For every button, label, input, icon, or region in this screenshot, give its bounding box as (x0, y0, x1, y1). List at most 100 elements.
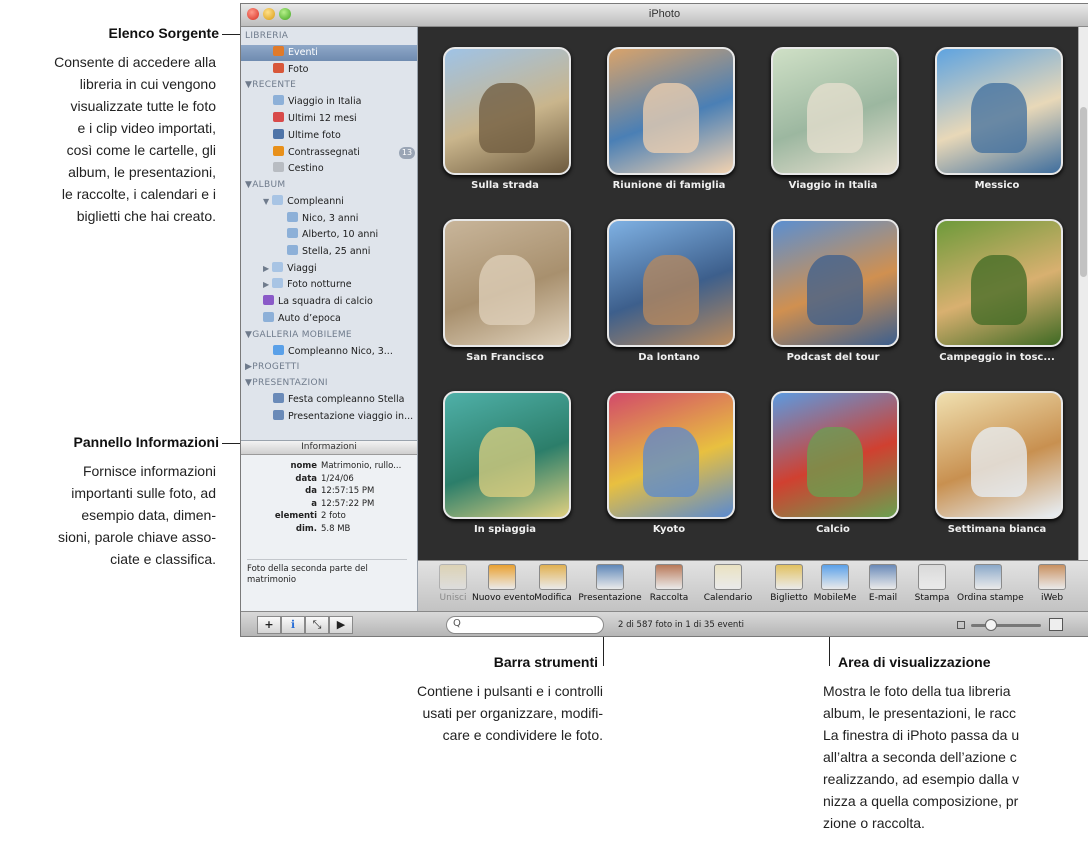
source-list-item[interactable]: La squadra di calcio (263, 294, 373, 310)
event-title[interactable]: Podcast del tour (753, 352, 913, 363)
e-mail-button[interactable]: E-mail (858, 564, 908, 603)
callout-info-panel-title: Pannello Informazioni (73, 434, 219, 450)
fullscreen-button[interactable]: ⤡ (305, 616, 329, 634)
event-thumbnail[interactable] (607, 47, 735, 175)
callout-line: Fornisce informazioni (82, 463, 216, 479)
unisci-button[interactable]: Unisci (428, 564, 478, 603)
source-list-header[interactable]: ▼PRESENTAZIONI (245, 378, 328, 388)
vertical-scrollbar[interactable] (1078, 27, 1088, 560)
toolbar-button-label: Modifica (534, 593, 572, 603)
zoom-slider-knob[interactable] (985, 619, 997, 631)
info-description[interactable]: Foto della seconda parte del matrimonio (247, 559, 407, 586)
play-slideshow-button[interactable]: ▶ (329, 616, 353, 634)
event-title[interactable]: Sulla strada (425, 180, 585, 191)
modifica-button[interactable]: Modifica (528, 564, 578, 603)
event-thumbnail[interactable] (607, 219, 735, 347)
source-list-item[interactable]: Eventi (273, 45, 318, 61)
event-title[interactable]: Campeggio in tosc... (917, 352, 1077, 363)
source-list-header[interactable]: ▼ALBUM (245, 180, 285, 190)
event-thumbnail[interactable] (771, 391, 899, 519)
event-thumbnail[interactable] (771, 219, 899, 347)
source-list-header[interactable]: ▶PROGETTI (245, 362, 300, 372)
bottom-bar: + ℹ ⤡ ▶ Q 2 di 587 foto in 1 di 35 event… (241, 611, 1088, 636)
toolbar-button-label: Raccolta (649, 593, 689, 603)
event-title[interactable]: Da lontano (589, 352, 749, 363)
calendario-button[interactable]: Calendario (703, 564, 753, 603)
source-list-header[interactable]: ▼RECENTE (245, 80, 296, 90)
source-list-item[interactable]: Nico, 3 anni (287, 211, 358, 227)
source-list-item[interactable]: Viaggio in Italia (273, 94, 361, 110)
add-button[interactable]: + (257, 616, 281, 634)
toolbar-button-label: Presentazione (578, 593, 642, 603)
ordina-stampe-button[interactable]: Ordina stampe (957, 564, 1024, 603)
source-list-item[interactable]: Contrassegnati (273, 145, 360, 161)
info-value: 2 foto (321, 511, 346, 522)
new-event-icon (488, 564, 516, 590)
event-title[interactable]: Messico (917, 180, 1077, 191)
biglietto-button[interactable]: Biglietto (764, 564, 814, 603)
photos-icon (273, 62, 284, 73)
presentazione-button[interactable]: Presentazione (578, 564, 642, 603)
slideshow-icon (596, 564, 624, 590)
info-panel-header[interactable]: Informazioni (241, 441, 417, 455)
event-thumbnail[interactable] (771, 47, 899, 175)
disclosure-triangle-icon[interactable]: ▼ (263, 197, 269, 206)
event-title[interactable]: Settimana bianca (917, 524, 1077, 535)
flag-icon (273, 145, 284, 156)
source-list-item[interactable]: Compleanno Nico, 3... (273, 344, 393, 360)
scrollbar-thumb[interactable] (1080, 107, 1087, 277)
event-thumbnail[interactable] (935, 219, 1063, 347)
event-title[interactable]: Riunione di famiglia (589, 180, 749, 191)
source-list-item[interactable]: Cestino (273, 161, 324, 177)
callout-source-list-title: Elenco Sorgente (108, 25, 219, 41)
zoom-slider[interactable] (971, 624, 1041, 627)
photo-subject (971, 427, 1027, 497)
title-bar[interactable]: iPhoto (241, 4, 1088, 27)
source-list-item[interactable]: Festa compleanno Stella (273, 392, 405, 408)
album-icon (273, 95, 284, 106)
folder-icon (272, 194, 284, 205)
info-row: a 12:57:22 PM (245, 499, 374, 509)
callout-line: album, le presentazioni, le racc (823, 705, 1016, 721)
source-list-item[interactable]: ▶ Viaggi (263, 261, 317, 277)
disclosure-triangle-icon[interactable]: ▶ (263, 280, 269, 289)
callout-line: Mostra le foto della tua libreria (823, 683, 1011, 699)
source-list-item[interactable]: Presentazione viaggio in... (273, 409, 413, 425)
event-thumbnail[interactable] (443, 47, 571, 175)
toolbar-button-label: Nuovo evento (472, 593, 535, 603)
iweb-button[interactable]: iWeb (1027, 564, 1077, 603)
stampa-button[interactable]: Stampa (907, 564, 957, 603)
toolbar-button-label: Stampa (914, 593, 950, 603)
event-title[interactable]: Viaggio in Italia (753, 180, 913, 191)
raccolta-button[interactable]: Raccolta (644, 564, 694, 603)
event-thumbnail[interactable] (443, 219, 571, 347)
source-list-item[interactable]: ▶ Foto notturne (263, 277, 352, 293)
event-title[interactable]: In spiaggia (425, 524, 585, 535)
source-list-item[interactable]: Ultime foto (273, 128, 341, 144)
source-list-item[interactable]: Stella, 25 anni (287, 244, 370, 260)
disclosure-triangle-icon[interactable]: ▶ (263, 264, 269, 273)
search-icon[interactable]: Q (453, 618, 461, 629)
source-list-item[interactable]: Foto (273, 62, 308, 78)
source-list-item-label: Contrassegnati (288, 146, 360, 158)
info-button[interactable]: ℹ (281, 616, 305, 634)
event-thumbnail[interactable] (935, 47, 1063, 175)
event-title[interactable]: San Francisco (425, 352, 585, 363)
callout-toolbar-title: Barra strumenti (493, 654, 598, 670)
event-title[interactable]: Kyoto (589, 524, 749, 535)
mobileme-icon (821, 564, 849, 590)
source-list-item[interactable]: ▼ Compleanni (263, 194, 344, 210)
event-thumbnail[interactable] (607, 391, 735, 519)
event-thumbnail[interactable] (935, 391, 1063, 519)
nuovo-evento-button[interactable]: Nuovo evento (472, 564, 535, 603)
toolbar-button-label: MobileMe (813, 593, 857, 603)
event-title[interactable]: Calcio (753, 524, 913, 535)
source-list-item[interactable]: Alberto, 10 anni (287, 227, 378, 243)
source-list-header[interactable]: LIBRERIA (245, 31, 288, 41)
source-list-item-label: Alberto, 10 anni (302, 229, 379, 241)
source-list-item[interactable]: Ultimi 12 mesi (273, 111, 357, 127)
source-list-header[interactable]: ▼GALLERIA MOBILEME (245, 330, 352, 340)
source-list-item[interactable]: Auto d’epoca (263, 311, 341, 327)
mobileme-button[interactable]: MobileMe (810, 564, 860, 603)
event-thumbnail[interactable] (443, 391, 571, 519)
